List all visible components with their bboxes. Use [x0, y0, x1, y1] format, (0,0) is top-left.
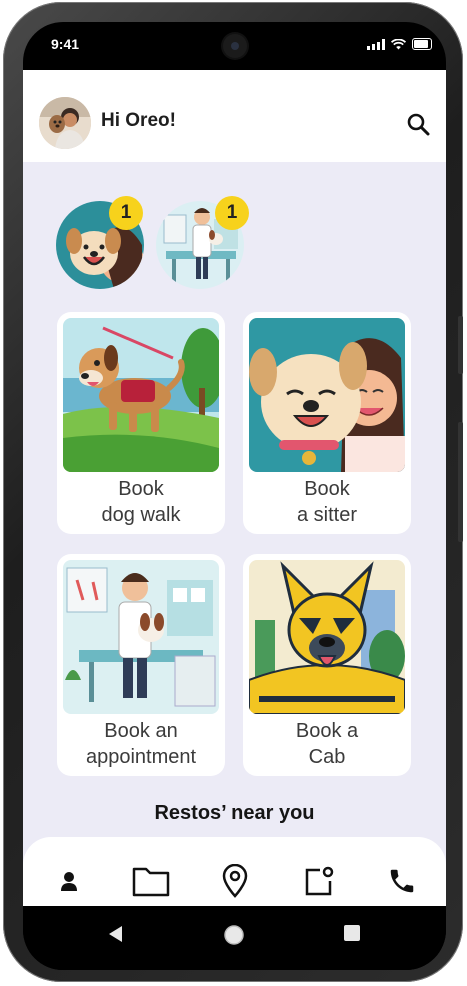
profile-icon[interactable] — [45, 857, 93, 905]
search-icon[interactable] — [406, 112, 430, 136]
screen: 9:41 Hi Oreo! 1 1 Book dog walk Book a s… — [23, 22, 446, 970]
greeting-text: Hi Oreo! — [101, 110, 176, 131]
back-icon[interactable] — [107, 924, 125, 944]
card-label-line2: a sitter — [296, 504, 358, 526]
vet-appointment-image — [63, 560, 219, 714]
cab-image — [249, 560, 405, 714]
notification-icon[interactable] — [295, 857, 343, 905]
location-pin-icon[interactable] — [211, 857, 259, 905]
system-nav-bar — [23, 906, 446, 970]
folder-icon[interactable] — [127, 857, 175, 905]
card-label-line1: Book an — [104, 720, 178, 742]
recents-icon[interactable] — [343, 924, 361, 942]
status-icons — [367, 38, 432, 50]
book-sitter-label: Book a sitter — [243, 476, 411, 528]
card-label-line2: appointment — [85, 746, 197, 768]
status-time: 9:41 — [51, 36, 80, 52]
story-badge: 1 — [109, 196, 143, 230]
book-cab-label: Book a Cab — [243, 718, 411, 770]
book-appointment-card[interactable]: Book an appointment — [57, 554, 225, 776]
app-content: Hi Oreo! 1 1 Book dog walk Book a sitter… — [23, 70, 446, 906]
dog-walk-image — [63, 318, 219, 472]
phone-frame: 9:41 Hi Oreo! 1 1 Book dog walk Book a s… — [3, 2, 463, 982]
book-appointment-label: Book an appointment — [57, 718, 225, 770]
story-badge: 1 — [215, 196, 249, 230]
book-dog-walk-label: Book dog walk — [57, 476, 225, 528]
card-label-line1: Book a — [295, 720, 359, 742]
power-button — [458, 422, 463, 542]
home-icon[interactable] — [223, 924, 245, 946]
book-sitter-card[interactable]: Book a sitter — [243, 312, 411, 534]
battery-icon — [412, 38, 432, 50]
signal-icon — [367, 38, 385, 50]
avatar[interactable] — [39, 97, 91, 149]
status-bar: 9:41 — [23, 22, 446, 70]
card-label-line2: dog walk — [101, 504, 181, 526]
wifi-icon — [391, 38, 406, 49]
front-camera — [223, 34, 247, 58]
section-title: Restos’ near you — [154, 802, 315, 824]
phone-icon[interactable] — [378, 857, 426, 905]
header: Hi Oreo! — [23, 70, 446, 162]
sitter-image — [249, 318, 405, 472]
card-label-line2: Cab — [308, 746, 346, 768]
card-label-line1: Book — [118, 478, 164, 500]
book-cab-card[interactable]: Book a Cab — [243, 554, 411, 776]
bottom-nav — [23, 837, 446, 906]
book-dog-walk-card[interactable]: Book dog walk — [57, 312, 225, 534]
card-label-line1: Book — [304, 478, 350, 500]
volume-button — [458, 316, 463, 374]
